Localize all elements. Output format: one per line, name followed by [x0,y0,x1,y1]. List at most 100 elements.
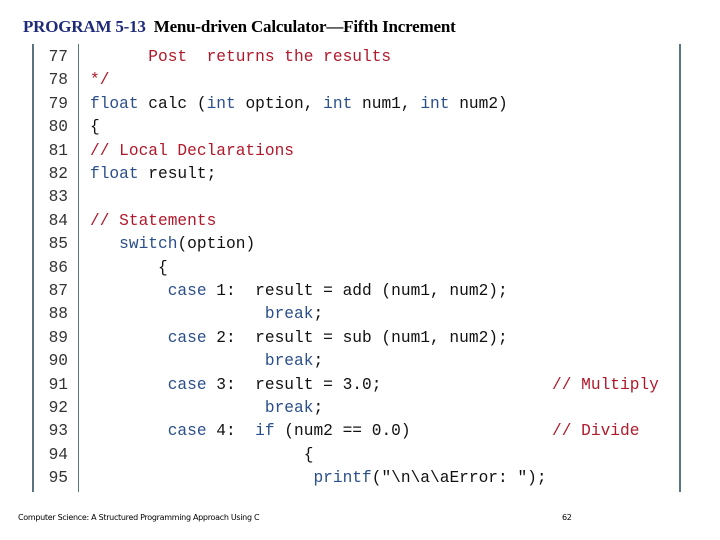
line-number: 93 [48,422,68,441]
code-line: 82 float result; [0,163,720,186]
code-token: 1: result = add (num1, num2); [206,282,508,300]
line-number: 86 [48,258,68,277]
code-text: case 3: result = 3.0; [90,374,382,397]
code-keyword: printf [313,469,372,488]
code-comment: Post returns the results [90,48,392,66]
code-keyword: switch [119,235,178,254]
code-token: { [90,445,314,464]
code-text: printf("\n\a\aError: "); [90,467,547,490]
program-label: PROGRAM 5-13 [23,17,146,36]
code-text: { [90,444,314,467]
line-number: 77 [48,48,68,66]
code-text: break; [90,350,323,373]
line-number: 78 [48,71,68,90]
code-line: 86 { [0,257,720,280]
slide-title: PROGRAM 5-13 Menu-driven Calculator—Fifth… [23,17,456,37]
code-keyword: float [90,165,139,183]
code-keyword: int [206,94,236,113]
code-keyword: int [420,94,450,113]
line-number: 85 [48,235,68,254]
code-token: { [90,118,100,137]
code-line: 89 case 2: result = sub (num1, num2); [0,327,720,350]
code-token: 3: result = 3.0; [206,375,382,394]
code-token: ; [313,305,324,324]
code-text: { [90,116,100,139]
code-line: 93 case 4: if (num2 == 0.0) // Divide [0,420,720,443]
code-line: 87 case 1: result = add (num1, num2); [0,280,720,303]
line-number: 91 [48,375,68,394]
inline-comment: // Multiply [552,375,659,394]
code-line: 83 [0,186,720,209]
code-text: float calc (int option, int num1, int nu… [90,93,508,116]
line-number: 88 [48,305,68,324]
code-text: // Statements [90,210,216,233]
code-keyword: int [323,94,353,113]
line-number: 80 [48,118,68,137]
line-number: 84 [48,211,68,230]
code-keyword: case [167,328,207,347]
line-number: 92 [48,399,68,417]
line-number: 87 [48,282,68,300]
program-title: Menu-driven Calculator—Fifth Increment [153,17,456,36]
code-line: 79 float calc (int option, int num1, int … [0,93,720,116]
code-token: ; [313,352,324,371]
code-token: ; [313,399,324,417]
line-number: 90 [48,352,68,371]
code-line: 78 */ [0,69,720,92]
code-token: ("\n\a\aError: "); [371,469,547,488]
inline-comment: // Divide [552,422,640,441]
code-line: 92 break; [0,397,720,420]
code-keyword: break [264,399,314,417]
footer-book-title: Computer Science: A Structured Programmi… [18,513,260,522]
code-comment: // Local Declarations [90,141,294,160]
code-line: 84 // Statements [0,210,720,233]
code-line: 90 break; [0,350,720,373]
code-text: float result; [90,163,216,186]
code-keyword: break [264,352,314,371]
code-line: 95 printf("\n\a\aError: "); [0,467,720,490]
code-keyword: if [255,422,275,441]
code-token: 4: [206,422,256,441]
code-line: 80 { [0,116,720,139]
code-token: result; [138,165,217,183]
line-number: 82 [48,165,68,183]
code-text: case 4: if (num2 == 0.0) [90,420,411,443]
line-number: 89 [48,328,68,347]
code-keyword: break [264,305,314,324]
code-token: (num2 == 0.0) [274,422,411,441]
code-line: 88 break; [0,303,720,326]
code-text: */ [90,69,109,92]
line-number: 81 [48,141,68,160]
code-keyword: case [167,282,207,300]
code-token: calc ( [138,94,207,113]
line-number: 79 [48,94,68,113]
code-token: num1, [352,94,421,113]
code-line: 91 case 3: result = 3.0; // Multiply [0,374,720,397]
code-text: case 1: result = add (num1, num2); [90,280,508,303]
page-number: 62 [562,513,572,522]
code-line: 94 { [0,444,720,467]
line-number: 83 [48,188,68,207]
code-text: // Local Declarations [90,140,294,163]
code-token: { [90,258,168,277]
code-text: Post returns the results [90,46,391,69]
code-token: (option) [177,235,256,254]
code-keyword: case [167,422,207,441]
code-text: break; [90,303,323,326]
code-text: { [90,257,168,280]
code-text: case 2: result = sub (num1, num2); [90,327,508,350]
code-line: 81 // Local Declarations [0,140,720,163]
line-number: 95 [48,469,68,488]
code-token: 2: result = sub (num1, num2); [206,328,508,347]
code-token: option, [235,94,324,113]
line-number: 94 [48,445,68,464]
code-text: switch(option) [90,233,255,256]
